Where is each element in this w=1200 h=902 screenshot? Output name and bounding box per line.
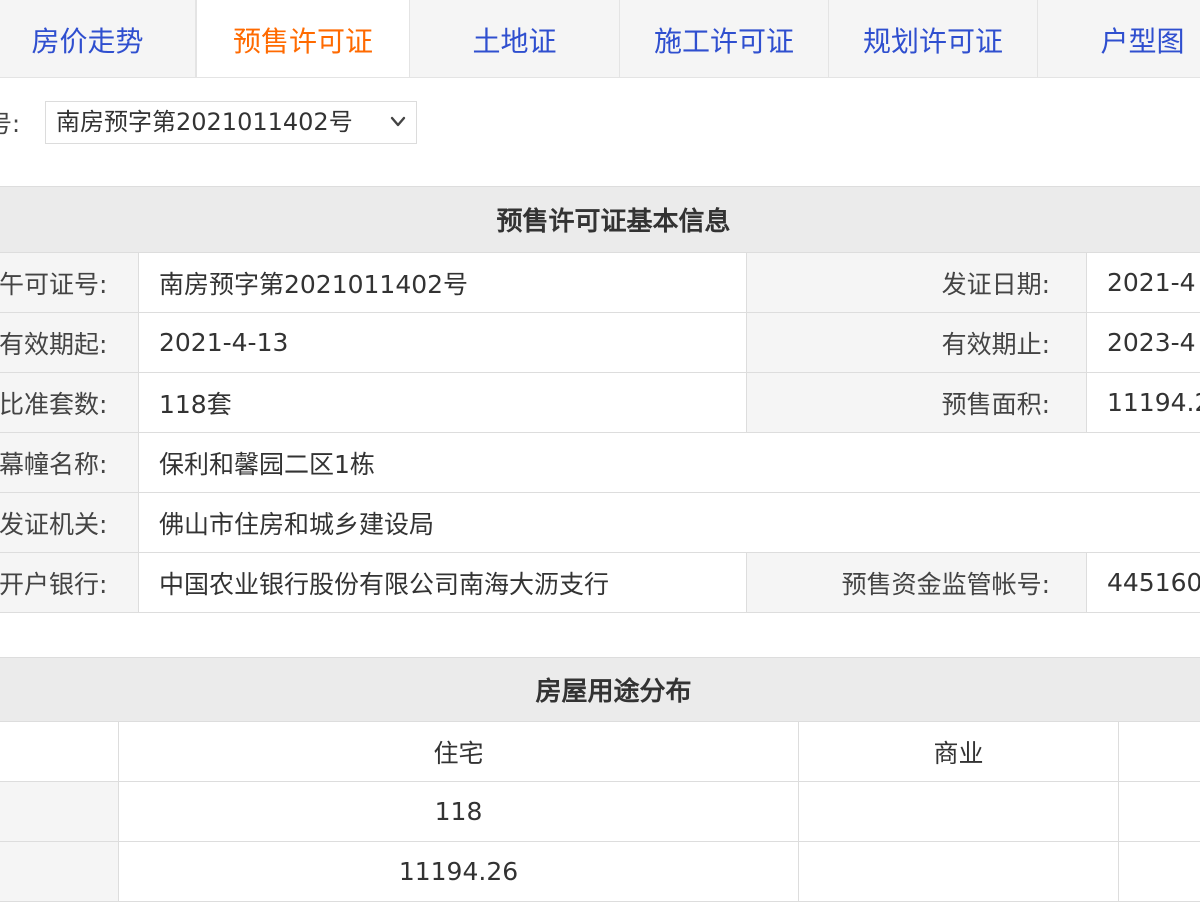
usage-cell: 11194.26 — [119, 842, 799, 902]
units-value: 118套 — [139, 373, 747, 433]
presale-area-label: 预售面积: — [747, 373, 1087, 433]
usage-corner-cell — [0, 722, 119, 782]
valid-to-label: 有效期止: — [747, 313, 1087, 373]
usage-row-label — [0, 782, 119, 842]
account-value: 445160 — [1087, 553, 1200, 613]
tab-floor-plan[interactable]: 户型图 — [1038, 0, 1200, 78]
issue-date-label: 发证日期: — [747, 253, 1087, 313]
tab-construction-permit[interactable]: 施工许可证 — [620, 0, 829, 78]
presale-area-value: 11194.2 — [1087, 373, 1200, 433]
authority-value: 佛山市住房和城乡建设局 — [139, 493, 1200, 553]
bank-value: 中国农业银行股份有限公司南海大沥支行 — [139, 553, 747, 613]
tab-planning-permit[interactable]: 规划许可证 — [829, 0, 1038, 78]
table-row: 118 — [0, 782, 1200, 842]
usage-title: 房屋用途分布 — [0, 658, 1200, 722]
license-no-value: 南房预字第2021011402号 — [139, 253, 747, 313]
usage-col-extra — [1119, 722, 1200, 782]
authority-label: 发证机关: — [0, 493, 139, 553]
building-label: 幕幢名称: — [0, 433, 139, 493]
usage-cell — [1119, 842, 1200, 902]
tab-land-certificate[interactable]: 土地证 — [410, 0, 620, 78]
license-select[interactable]: 南房预字第2021011402号 — [45, 101, 417, 144]
tab-presale-license[interactable]: 预售许可证 — [196, 0, 410, 78]
usage-col-commercial: 商业 — [799, 722, 1119, 782]
table-row: 11194.26 — [0, 842, 1200, 902]
license-info-title: 预售许可证基本信息 — [0, 187, 1200, 253]
license-select-label: 号: — [0, 104, 20, 139]
building-value: 保利和馨园二区1栋 — [139, 433, 1200, 493]
tab-bar: 房价走势 预售许可证 土地证 施工许可证 规划许可证 户型图 — [0, 0, 1200, 78]
units-label: 比准套数: — [0, 373, 139, 433]
account-label: 预售资金监管帐号: — [747, 553, 1087, 613]
usage-col-residential: 住宅 — [119, 722, 799, 782]
usage-cell — [1119, 782, 1200, 842]
chevron-down-icon — [390, 102, 406, 158]
issue-date-value: 2021-4 — [1087, 253, 1200, 313]
bank-label: 开户银行: — [0, 553, 139, 613]
license-no-label: 午可证号: — [0, 253, 139, 313]
usage-cell — [799, 782, 1119, 842]
license-info-table: 预售许可证基本信息 午可证号: 南房预字第2021011402号 发证日期: 2… — [0, 186, 1200, 613]
valid-to-value: 2023-4 — [1087, 313, 1200, 373]
usage-cell: 118 — [119, 782, 799, 842]
valid-from-value: 2021-4-13 — [139, 313, 747, 373]
usage-row-label — [0, 842, 119, 902]
usage-cell — [799, 842, 1119, 902]
license-select-value: 南房预字第2021011402号 — [56, 108, 353, 136]
valid-from-label: 有效期起: — [0, 313, 139, 373]
usage-distribution-table: 房屋用途分布 住宅 商业 118 11194.26 — [0, 657, 1200, 902]
tab-price-trend[interactable]: 房价走势 — [0, 0, 196, 78]
